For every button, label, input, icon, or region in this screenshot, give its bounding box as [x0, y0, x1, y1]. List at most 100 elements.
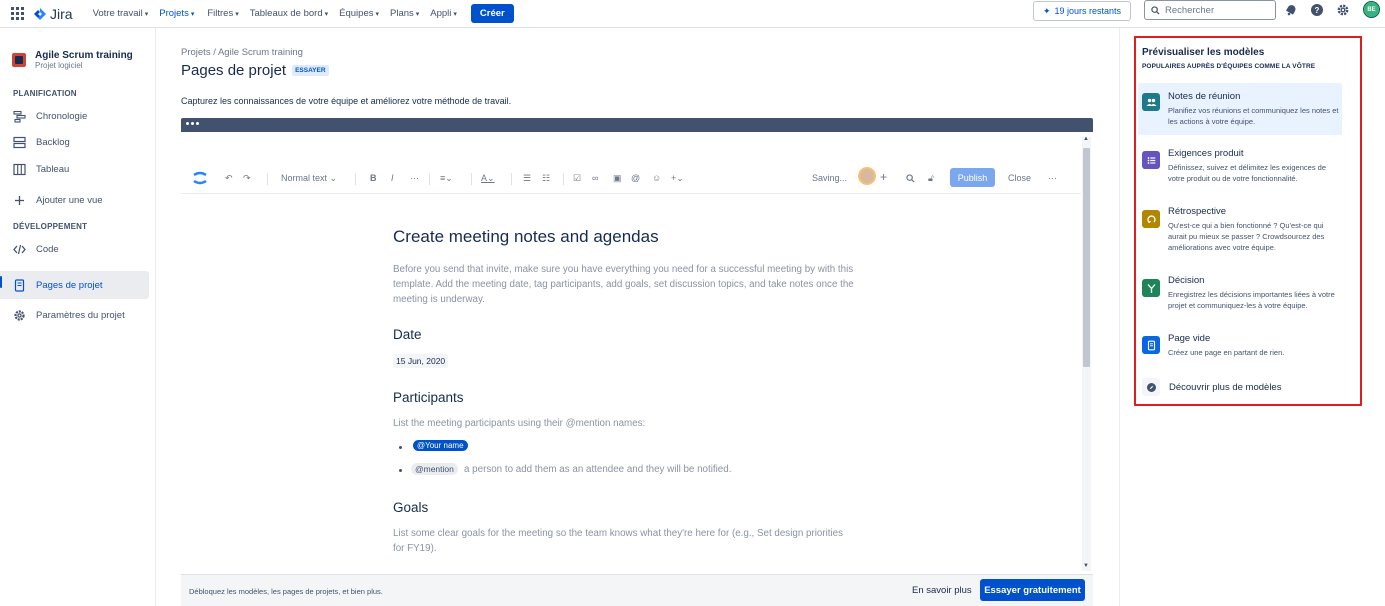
breadcrumb[interactable]: Projets / Agile Scrum training — [181, 47, 303, 58]
link-icon[interactable]: ∞ — [592, 173, 598, 183]
sidebar-item-tableau[interactable]: Tableau — [13, 158, 69, 180]
project-sidebar: Agile Scrum training Projet logiciel PLA… — [0, 28, 156, 606]
nav-votre-travail[interactable]: Votre travail ▾ — [93, 8, 149, 19]
toolbar-divider — [471, 173, 472, 185]
panel-subtitle: POPULAIRES AUPRÈS D'ÉQUIPES COMME LA VÔT… — [1142, 63, 1316, 70]
settings-gear-icon[interactable] — [1336, 3, 1350, 17]
template-name: Décision — [1168, 275, 1205, 286]
sidebar-item-label: Chronologie — [36, 110, 88, 122]
project-header[interactable]: Agile Scrum training Projet logiciel — [12, 50, 133, 70]
text-style-label: Normal text — [281, 173, 328, 183]
page-title-text: Pages de projet — [181, 62, 287, 79]
editor-scrollbar-thumb[interactable] — [1083, 148, 1090, 367]
bold-icon[interactable]: B — [370, 173, 377, 183]
nav-appli[interactable]: Appli ▾ — [430, 8, 457, 19]
search-icon — [1151, 5, 1160, 15]
discover-more-templates-link[interactable]: Découvrir plus de modèles — [1142, 378, 1281, 396]
sidebar-item-add-view[interactable]: Ajouter une vue — [13, 189, 103, 211]
more-formatting-icon[interactable]: ··· — [410, 173, 419, 183]
sidebar-item-pages-de-projet[interactable]: Pages de projet — [0, 271, 149, 299]
restrictions-lock-icon[interactable]: 🔓︎ — [928, 173, 934, 184]
template-desc: Définissez, suivez et délimitez les exig… — [1168, 163, 1326, 183]
chevron-down-icon: ▾ — [144, 10, 149, 18]
alignment-icon[interactable]: ≡⌄ — [440, 173, 453, 184]
user-avatar[interactable]: BE — [1363, 1, 1380, 18]
close-button[interactable]: Close — [1008, 173, 1031, 183]
app-switcher-icon[interactable] — [11, 6, 25, 21]
create-button[interactable]: Créer — [470, 4, 514, 23]
template-page-vide[interactable]: Page vide Créez une page en partant de r… — [1138, 330, 1342, 370]
mention-icon[interactable]: @ — [631, 173, 640, 183]
jira-logo-icon — [34, 7, 46, 20]
panel-title: Prévisualiser les modèles — [1142, 47, 1265, 58]
project-name: Agile Scrum training — [35, 50, 133, 61]
nav-tableaux-de-bord[interactable]: Tableaux de bord ▾ — [250, 8, 328, 19]
emoji-icon[interactable]: ☺ — [652, 173, 661, 183]
try-free-button[interactable]: Essayer gratuitement — [980, 579, 1085, 601]
sidebar-item-backlog[interactable]: Backlog — [13, 131, 70, 153]
template-name: Page vide — [1168, 333, 1211, 344]
help-icon[interactable]: ? — [1310, 3, 1324, 17]
template-exigences-produit[interactable]: Exigences produit Définissez, suivez et … — [1138, 144, 1342, 194]
sidebar-item-parametres[interactable]: Paramètres du projet — [13, 304, 125, 326]
template-decision[interactable]: Décision Enregistrez les décisions impor… — [1138, 272, 1342, 322]
text-color-icon[interactable]: A⌄ — [481, 173, 495, 184]
sparkle-icon: ✦ — [1042, 5, 1051, 16]
board-icon — [13, 163, 26, 175]
scroll-down-icon[interactable]: ▼ — [1083, 563, 1089, 569]
template-name: Exigences produit — [1168, 148, 1244, 159]
nav-label: Projets — [159, 8, 189, 19]
panel-divider — [1119, 28, 1120, 606]
invite-plus-icon[interactable]: + — [880, 170, 887, 184]
jira-logo[interactable]: Jira — [33, 6, 73, 22]
date-chip[interactable]: 15 Jun, 2020 — [393, 354, 449, 368]
task-icon[interactable]: ☑ — [573, 173, 581, 184]
chevron-down-icon: ▾ — [324, 10, 329, 18]
more-actions-icon[interactable]: ··· — [1048, 173, 1057, 183]
preview-window-bar — [181, 118, 1093, 132]
sidebar-item-label: Backlog — [36, 136, 70, 148]
search-icon[interactable] — [906, 174, 915, 183]
date-heading: Date — [393, 327, 422, 342]
decision-fork-icon — [1142, 279, 1160, 297]
publish-button[interactable]: Publish — [950, 168, 995, 187]
svg-text:?: ? — [1315, 6, 1320, 15]
confluence-logo-icon[interactable] — [193, 171, 207, 185]
nav-filtres[interactable]: Filtres ▾ — [207, 8, 238, 19]
italic-icon[interactable]: I — [391, 173, 394, 183]
template-notes-de-reunion[interactable]: Notes de réunion Planifiez vos réunions … — [1138, 83, 1342, 135]
notification-bell-icon[interactable] — [1284, 3, 1298, 17]
trial-days-button[interactable]: ✦ 19 jours restants — [1033, 1, 1131, 21]
text-style-select[interactable]: Normal text ⌄ — [281, 173, 337, 184]
blank-page-icon — [1142, 336, 1160, 354]
templates-panel: Prévisualiser les modèles POPULAIRES AUP… — [1134, 36, 1362, 406]
bullet-list-icon[interactable]: ☰ — [523, 173, 531, 184]
redo-icon[interactable]: ↷ — [243, 173, 251, 184]
saving-status: Saving... — [812, 173, 848, 183]
mention-your-name[interactable]: @Your name — [413, 440, 468, 451]
toolbar-divider — [563, 173, 564, 185]
mention-tag[interactable]: @mention — [411, 463, 458, 475]
scroll-up-icon[interactable]: ▲ — [1083, 136, 1089, 142]
sidebar-item-code[interactable]: Code — [13, 238, 59, 260]
image-icon[interactable]: ▣ — [613, 173, 622, 184]
timeline-icon — [13, 110, 26, 123]
numbered-list-icon[interactable]: ☷ — [542, 173, 550, 184]
sidebar-item-label: Pages de projet — [36, 279, 103, 291]
nav-projets[interactable]: Projets ▾ — [159, 8, 196, 19]
nav-plans[interactable]: Plans ▾ — [390, 8, 419, 19]
search-input[interactable]: Rechercher — [1144, 0, 1276, 20]
template-retrospective[interactable]: Rétrospective Qu'est-ce qui a bien fonct… — [1138, 203, 1342, 265]
nav-label: Appli — [430, 8, 452, 19]
learn-more-button[interactable]: En savoir plus — [912, 585, 972, 596]
nav-label: Plans — [390, 8, 414, 19]
undo-icon[interactable]: ↶ — [225, 173, 233, 184]
nav-equipes[interactable]: Équipes ▾ — [339, 8, 379, 19]
doc-intro: Before you send that invite, make sure y… — [393, 264, 854, 305]
participants-text: List the meeting participants using thei… — [393, 418, 646, 429]
sidebar-item-label: Ajouter une vue — [36, 194, 103, 206]
insert-plus-icon[interactable]: +⌄ — [671, 173, 684, 184]
sidebar-item-chronologie[interactable]: Chronologie — [13, 105, 87, 127]
plus-icon — [15, 195, 24, 205]
project-type: Projet logiciel — [35, 61, 83, 70]
